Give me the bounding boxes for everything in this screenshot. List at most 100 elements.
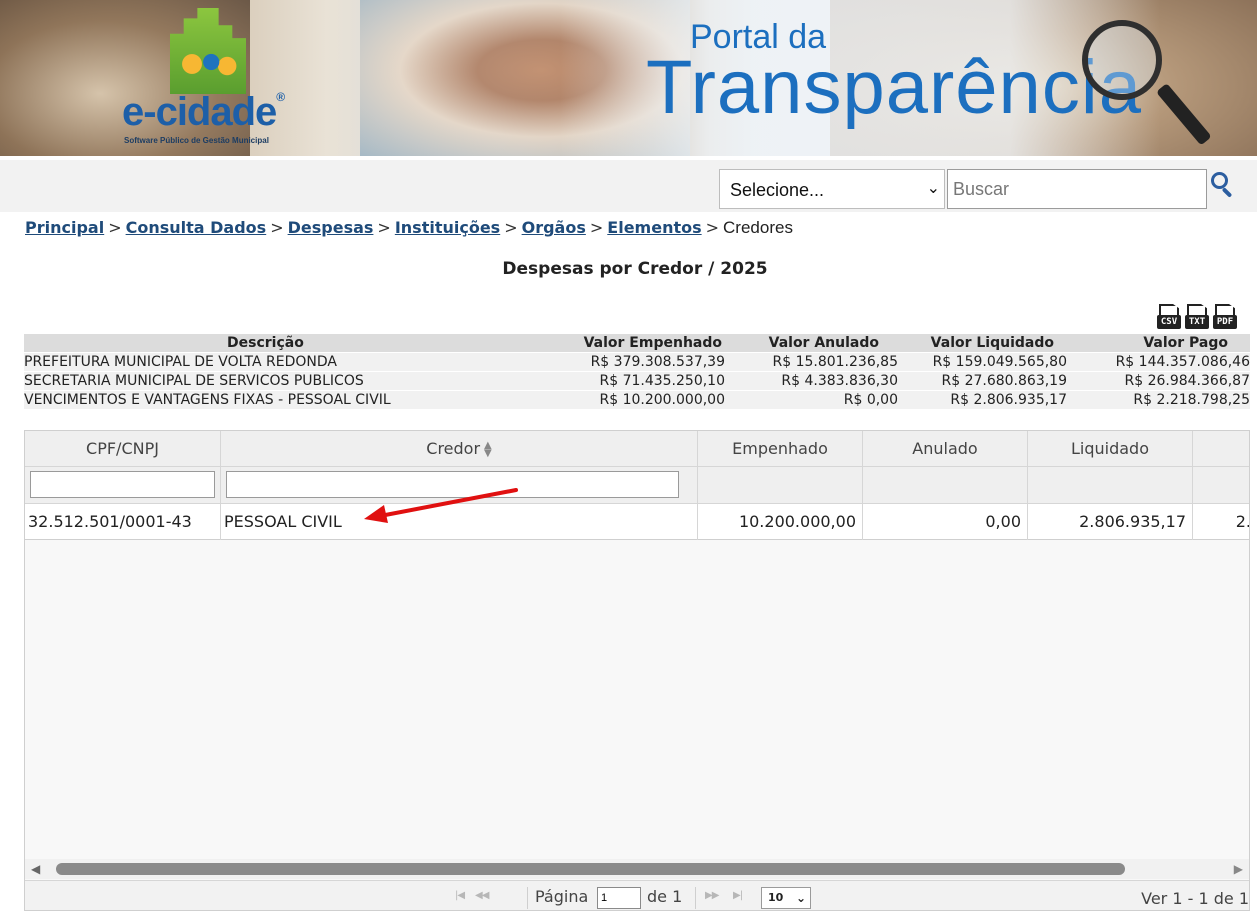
breadcrumb-consulta-dados[interactable]: Consulta Dados [126, 218, 267, 237]
cell-cpf-cnpj: 32.512.501/0001-43 [25, 504, 221, 540]
records-count: Ver 1 - 1 de 1 [1141, 889, 1249, 908]
page-number-input[interactable] [597, 887, 641, 909]
credores-grid: CPF/CNPJ Credor ▲ ▼ Empenhado Anulado Liqu… [24, 430, 1250, 911]
search-button[interactable] [1208, 169, 1238, 203]
people-icon [176, 48, 240, 88]
filter-cell-empenhado [698, 467, 863, 504]
summary-header-descricao: Descrição [227, 335, 304, 351]
breadcrumb-current: Credores [723, 218, 793, 237]
pdf-export-icon[interactable]: PDF [1213, 304, 1237, 330]
summary-cell-empenhado: R$ 71.435.250,10 [599, 373, 725, 389]
portal-title-line2: Transparência [646, 45, 1142, 130]
breadcrumb-separator: > [270, 218, 284, 237]
previous-page-icon[interactable]: ◀◀ [475, 890, 489, 901]
cell-credor: PESSOAL CIVIL [221, 504, 698, 540]
breadcrumb-separator: > [504, 218, 518, 237]
search-icon-handle [1221, 187, 1233, 198]
table-row[interactable]: 32.512.501/0001-43 PESSOAL CIVIL 10.200.… [25, 504, 1250, 540]
summary-cell-empenhado: R$ 10.200.000,00 [599, 392, 725, 408]
summary-header-anulado: Valor Anulado [768, 335, 879, 351]
txt-label: TXT [1185, 315, 1209, 329]
grid-header-row: CPF/CNPJ Credor ▲ ▼ Empenhado Anulado Liqu… [25, 431, 1249, 467]
column-header-empenhado[interactable]: Empenhado [698, 431, 863, 467]
column-header-cpf-cnpj[interactable]: CPF/CNPJ [25, 431, 221, 467]
sort-icon: ▲ ▼ [484, 439, 492, 459]
pager-divider [695, 887, 696, 909]
first-page-icon[interactable]: |◀ [455, 890, 465, 901]
last-page-icon[interactable]: ▶| [733, 890, 743, 901]
e-cidade-logo[interactable]: e-cidade® Software Público de Gestão Mun… [118, 8, 298, 148]
summary-cell-anulado: R$ 15.801.236,85 [772, 354, 898, 370]
chevron-down-icon: ⌄ [926, 178, 940, 197]
breadcrumb-despesas[interactable]: Despesas [288, 218, 374, 237]
scrollbar-thumb[interactable] [56, 863, 1125, 875]
breadcrumb-separator: > [589, 218, 604, 237]
grid-pager: |◀ ◀◀ Página de 1 ▶▶ ▶| 10 ⌄ Ver 1 - 1 de… [25, 880, 1249, 910]
header-banner: e-cidade® Software Público de Gestão Mun… [0, 0, 1257, 156]
breadcrumb: Principal > Consulta Dados > Despesas > Instit… [25, 218, 793, 238]
breadcrumb-instituicoes[interactable]: Instituições [395, 218, 500, 237]
summary-cell-anulado: R$ 4.383.836,30 [781, 373, 898, 389]
column-header-label: Anulado [912, 439, 978, 458]
summary-row: PREFEITURA MUNICIPAL DE VOLTA REDONDA R$… [24, 353, 1250, 372]
summary-cell-liquidado: R$ 2.806.935,17 [950, 392, 1067, 408]
search-toolbar: Selecione... ⌄ [0, 160, 1257, 212]
rows-per-page-select[interactable]: 10 ⌄ [761, 887, 811, 909]
cpf-cnpj-filter-input[interactable] [30, 471, 215, 498]
csv-label: CSV [1157, 315, 1181, 329]
page-label: Página [535, 887, 589, 906]
cell-pago-partial: 2. [1235, 512, 1250, 531]
column-header-label: Empenhado [732, 439, 828, 458]
column-header-credor[interactable]: Credor ▲ ▼ [221, 431, 698, 467]
cell-anulado: 0,00 [863, 504, 1028, 540]
summary-cell-pago: R$ 144.357.086,46 [1115, 354, 1250, 370]
rows-per-page-value: 10 [768, 891, 784, 904]
column-header-label: Liquidado [1070, 439, 1149, 458]
summary-cell-pago: R$ 2.218.798,25 [1133, 392, 1250, 408]
summary-header-liquidado: Valor Liquidado [930, 335, 1054, 351]
summary-cell-anulado: R$ 0,00 [843, 392, 898, 408]
horizontal-scrollbar[interactable]: ◀ ▶ [25, 859, 1249, 879]
search-category-select[interactable]: Selecione... ⌄ [719, 169, 945, 209]
breadcrumb-orgaos[interactable]: Orgãos [522, 218, 586, 237]
breadcrumb-separator: > [108, 218, 122, 237]
column-header-label: CPF/CNPJ [86, 439, 159, 458]
chevron-down-icon: ⌄ [795, 891, 806, 905]
breadcrumb-elementos[interactable]: Elementos [607, 218, 701, 237]
summary-header-row: Descrição Valor Empenhado Valor Anulado … [24, 334, 1250, 353]
summary-cell-liquidado: R$ 159.049.565,80 [932, 354, 1067, 370]
scroll-left-icon[interactable]: ◀ [31, 862, 40, 876]
breadcrumb-principal[interactable]: Principal [25, 218, 104, 237]
column-header-anulado[interactable]: Anulado [863, 431, 1028, 467]
logo-tagline: Software Público de Gestão Municipal [124, 136, 269, 145]
breadcrumb-separator: > [705, 218, 720, 237]
filter-cell-cpf-cnpj [25, 467, 221, 504]
scroll-right-icon[interactable]: ▶ [1234, 862, 1243, 876]
search-category-value: Selecione... [730, 180, 825, 200]
summary-table: Descrição Valor Empenhado Valor Anulado … [24, 334, 1250, 410]
summary-cell-liquidado: R$ 27.680.863,19 [941, 373, 1067, 389]
page-title: Despesas por Credor / 2025 [502, 259, 768, 279]
logo-wordmark: e-cidade® [122, 90, 285, 134]
summary-cell-descricao: VENCIMENTOS E VANTAGENS FIXAS - PESSOAL … [24, 392, 391, 408]
next-page-icon[interactable]: ▶▶ [705, 890, 719, 901]
pdf-label: PDF [1213, 315, 1237, 329]
column-header-liquidado[interactable]: Liquidado [1028, 431, 1193, 467]
summary-cell-descricao: PREFEITURA MUNICIPAL DE VOLTA REDONDA [24, 354, 337, 370]
summary-row: VENCIMENTOS E VANTAGENS FIXAS - PESSOAL … [24, 391, 1250, 410]
csv-export-icon[interactable]: CSV [1157, 304, 1181, 330]
filter-cell-liquidado [1028, 467, 1193, 504]
summary-header-pago: Valor Pago [1143, 335, 1228, 351]
summary-row: SECRETARIA MUNICIPAL DE SERVICOS PUBLICO… [24, 372, 1250, 391]
cell-liquidado: 2.806.935,17 [1028, 504, 1193, 540]
txt-export-icon[interactable]: TXT [1185, 304, 1209, 330]
credor-filter-input[interactable] [226, 471, 679, 498]
grid-filter-row [25, 467, 1249, 504]
summary-cell-empenhado: R$ 379.308.537,39 [590, 354, 725, 370]
summary-cell-descricao: SECRETARIA MUNICIPAL DE SERVICOS PUBLICO… [24, 373, 364, 389]
pager-divider [527, 887, 528, 909]
summary-header-empenhado: Valor Empenhado [583, 335, 722, 351]
search-input[interactable] [947, 169, 1207, 209]
summary-cell-pago: R$ 26.984.366,87 [1124, 373, 1250, 389]
column-header-label: Credor [426, 439, 481, 458]
